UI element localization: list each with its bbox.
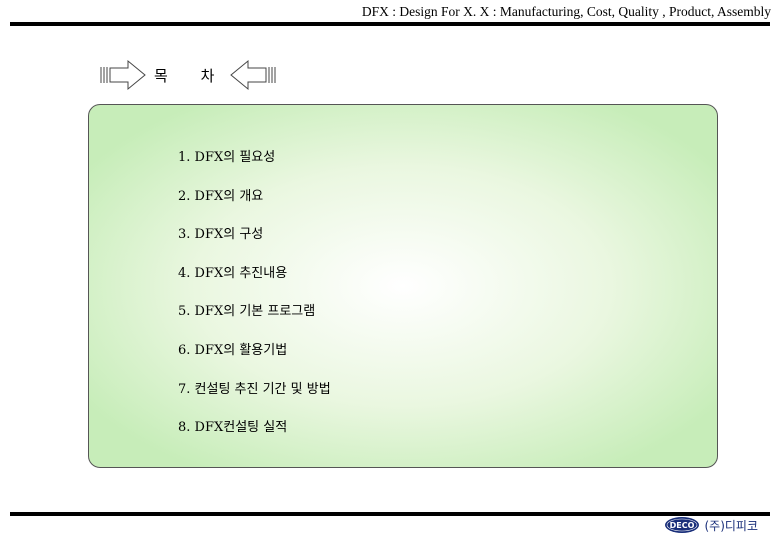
company-logo: DECO (주)디피코 xyxy=(664,516,758,534)
right-arrow-icon xyxy=(100,59,146,91)
logo-mark-text: DECO xyxy=(670,521,695,530)
toc-item: 6. DFX의 활용기법 xyxy=(178,342,288,358)
toc-item: 8. DFX컨설팅 실적 xyxy=(178,420,288,436)
company-name: (주)디피코 xyxy=(704,518,758,533)
toc-list: 1. DFX의 필요성 2. DFX의 개요 3. DFX의 구성 4. DFX… xyxy=(178,146,331,455)
top-divider xyxy=(10,22,770,26)
toc-item: 3. DFX의 구성 xyxy=(178,227,264,243)
toc-item: 1. DFX의 필요성 xyxy=(178,150,276,165)
logo-mark-icon: DECO xyxy=(664,516,700,534)
toc-item: 2. DFX의 개요 xyxy=(178,188,264,204)
bottom-divider xyxy=(10,512,770,516)
page-header-title: DFX : Design For X. X : Manufacturing, C… xyxy=(361,4,771,19)
left-arrow-icon xyxy=(230,59,276,91)
toc-item: 7. 컨설팅 추진 기간 및 방법 xyxy=(178,381,331,397)
toc-heading: 목 차 xyxy=(100,58,276,92)
toc-title: 목 차 xyxy=(154,66,229,85)
toc-item: 5. DFX의 기본 프로그램 xyxy=(178,304,316,320)
toc-item: 4. DFX의 추진내용 xyxy=(178,265,288,281)
